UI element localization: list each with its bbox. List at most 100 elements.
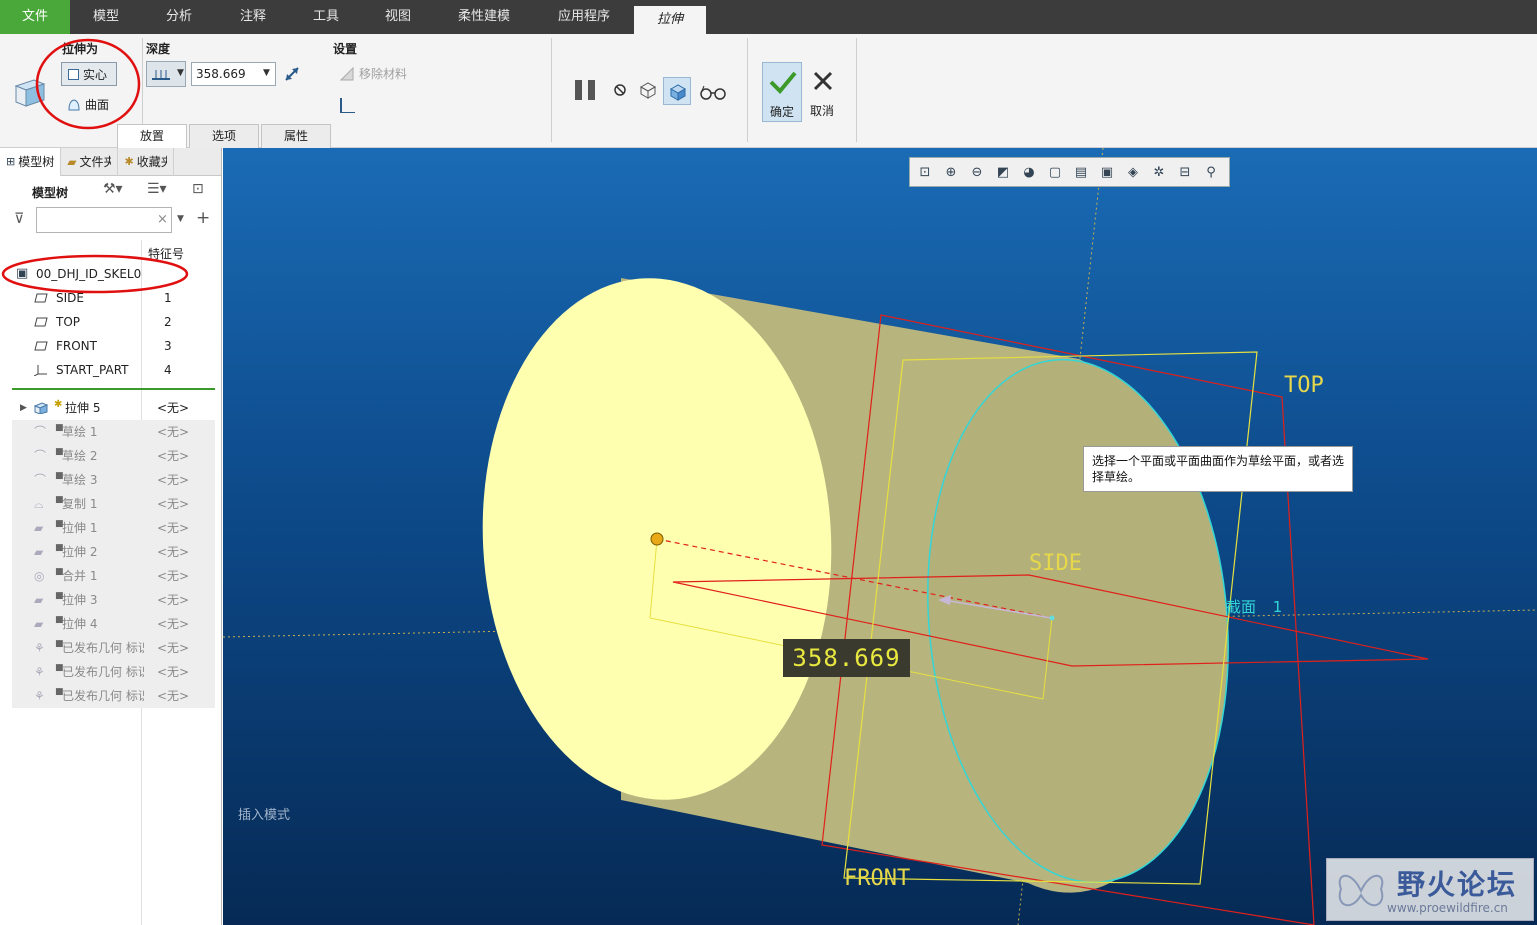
tree-settings-icon[interactable]: ⚒▾ [103,181,123,197]
extrude-icon [34,402,48,414]
tree-row-num: <无> [157,665,190,679]
view-manager-icon[interactable]: ▤ [1072,163,1090,181]
tab-folder-browser[interactable]: ▰ 文件夹 [61,148,119,176]
tab-options[interactable]: 选项 [189,124,259,148]
tree-row-num: <无> [157,545,190,559]
tree-row-inactive[interactable]: ⚘ ■ 已发布几何 标识 <无> [12,660,215,684]
tab-model-tree[interactable]: ⊞ 模型树 [0,148,62,176]
depth-type-dropdown[interactable]: ▼ [146,61,186,87]
ok-label: 确定 [770,105,795,119]
menu-analysis[interactable]: 分析 [142,0,216,34]
tree-row-inactive[interactable]: ▰ ■ 拉伸 4 <无> [12,612,215,636]
tree-row-current-extrude[interactable]: ▶ ✱ 拉伸 5 <无> [12,396,215,420]
flip-direction-icon[interactable] [283,65,301,83]
tab-favorites[interactable]: ✱ 收藏夹 [118,148,174,176]
datum-label-top: TOP [1284,373,1324,398]
ok-button[interactable]: 确定 [762,62,802,122]
tree-row-inactive[interactable]: ⌓ ■ 复制 1 <无> [12,492,215,516]
tree-row-inactive[interactable]: ▰ ■ 拉伸 2 <无> [12,540,215,564]
tree-row-inactive[interactable]: ⚘ ■ 已发布几何 标识 <无> [12,636,215,660]
add-icon[interactable]: + [196,208,210,228]
menu-view[interactable]: 视图 [362,0,434,34]
tree-row-inactive[interactable]: ⌒ ■ 草绘 1 <无> [12,420,215,444]
graphics-toolbar: ⊡ ⊕ ⊖ ◩ ◕ ▢ ▤ ▣ ◈ ✲ ⊟ ⚲ [909,157,1230,187]
menu-tools[interactable]: 工具 [290,0,362,34]
cancel-button[interactable]: 取消 [805,62,845,122]
display-style-icon[interactable]: ◕ [1020,163,1038,181]
tree-row-front[interactable]: FRONT 3 [12,334,215,358]
zoom-out-icon[interactable]: ⊖ [968,163,986,181]
datum-display-icon[interactable]: ✲ [1150,163,1168,181]
thicken-sketch-button[interactable] [340,98,355,113]
drag-handle [650,532,664,546]
no-preview-icon[interactable] [613,83,627,97]
insert-mode-label: 插入模式 [238,808,291,823]
tab-properties[interactable]: 属性 [261,124,331,148]
tree-row-label: 已发布几何 标识 [62,689,144,703]
tree-filter-settings-icon[interactable]: ⊡ [192,181,204,197]
tree-search-input[interactable]: × [36,207,172,233]
chevron-down-icon: ▼ [263,68,270,78]
favorites-icon: ✱ [124,155,134,168]
ribbon: 拉伸为 实心 曲面 深度 ▼ 358.669 ▼ 设置 移除材料 放置 选项 属… [0,34,1537,148]
tree-show-icon[interactable]: ☰▾ [147,181,167,197]
model-tree-title: 模型树 [32,186,69,200]
graphics-viewport[interactable]: TOP SIDE FRONT 截面 1 358.669 选择一个平面或平面曲面作… [223,148,1537,925]
saved-orientations-icon[interactable]: ▢ [1046,163,1064,181]
tree-row-start-part[interactable]: START_PART 4 [12,358,215,382]
tree-row-label: 拉伸 4 [62,617,98,631]
attached-preview-button[interactable] [663,77,691,105]
tree-row-label: 拉伸 1 [62,521,98,535]
refit-icon[interactable]: ⊡ [916,163,934,181]
annotation-display-icon[interactable]: ⊟ [1176,163,1194,181]
datum-plane-icon [34,341,48,351]
tree-row-top[interactable]: TOP 2 [12,310,215,334]
depth-value-field[interactable]: 358.669 ▼ [191,62,276,86]
spin-center-icon[interactable]: ⚲ [1202,163,1220,181]
insert-here-marker[interactable] [12,388,215,390]
menu-annotate[interactable]: 注释 [216,0,290,34]
sketch-icon: ⌒ [34,473,47,487]
expand-arrow-icon[interactable]: ▶ [20,396,27,420]
perspective-view-icon[interactable]: ◈ [1124,163,1142,181]
tree-row-inactive[interactable]: ⚘ ■ 已发布几何 标识 <无> [12,684,215,708]
model-graphics[interactable] [223,148,1537,925]
prompt-tooltip: 选择一个平面或平面曲面作为草绘平面，或者选择草绘。 [1083,446,1353,492]
verify-glasses-icon[interactable] [699,84,727,100]
datum-label-front: FRONT [844,866,911,891]
forum-watermark: 野火论坛 www.proewildfire.cn [1326,858,1534,921]
remove-material-button[interactable]: 移除材料 [339,65,407,82]
drag-handle-end [1049,615,1055,621]
zoom-in-icon[interactable]: ⊕ [942,163,960,181]
depth-dimension-label[interactable]: 358.669 [783,639,910,677]
chevron-down-icon[interactable]: ▼ [177,214,184,224]
tree-row-inactive[interactable]: ▰ ■ 拉伸 1 <无> [12,516,215,540]
pause-icon[interactable] [573,78,599,102]
tree-row-inactive[interactable]: ◎ ■ 合并 1 <无> [12,564,215,588]
tree-row-inactive[interactable]: ⌒ ■ 草绘 3 <无> [12,468,215,492]
tree-row-inactive[interactable]: ▰ ■ 拉伸 3 <无> [12,588,215,612]
menu-model[interactable]: 模型 [70,0,142,34]
new-feature-asterisk-icon: ✱ [54,399,63,410]
separate-preview-icon[interactable] [637,79,659,101]
section-view-icon[interactable]: ▣ [1098,163,1116,181]
tree-row-inactive[interactable]: ⌒ ■ 草绘 2 <无> [12,444,215,468]
menu-file[interactable]: 文件 [0,0,70,34]
tree-row-num: <无> [157,569,190,583]
butterfly-logo-icon [1338,874,1384,907]
tree-row-num: <无> [157,425,190,439]
tree-row-num: <无> [157,401,190,415]
menu-extrude-active[interactable]: 拉伸 [634,6,706,34]
clear-search-icon[interactable]: × [157,212,168,227]
left-panel-tabs: ⊞ 模型树 ▰ 文件夹 ✱ 收藏夹 [0,148,221,176]
tree-row-label: START_PART [56,363,129,377]
repaint-icon[interactable]: ◩ [994,163,1012,181]
menu-applications[interactable]: 应用程序 [534,0,634,34]
datum-plane-icon [34,317,48,327]
tree-row-side[interactable]: SIDE 1 [12,286,215,310]
menu-flexible-modeling[interactable]: 柔性建模 [434,0,534,34]
filter-icon[interactable]: ⊽ [14,211,24,227]
tab-placement[interactable]: 放置 [117,124,187,148]
tree-row-label: FRONT [56,339,97,353]
tree-row-num: 1 [164,291,172,305]
